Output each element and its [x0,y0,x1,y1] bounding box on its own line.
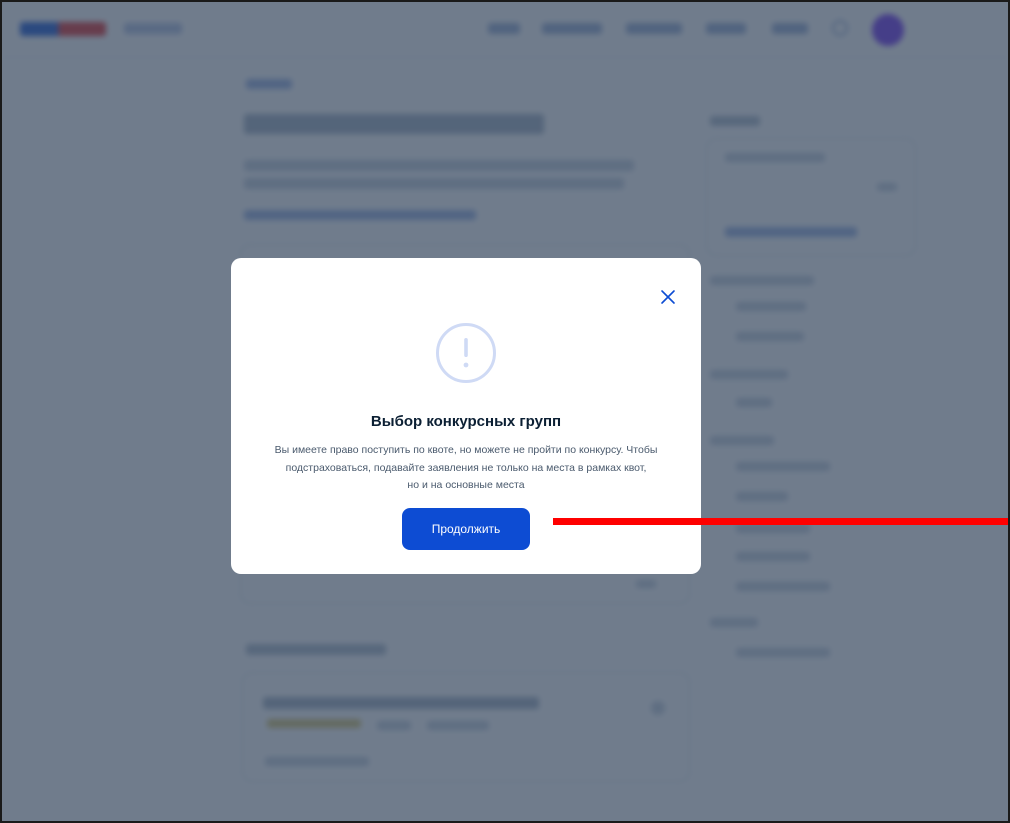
modal-description-line: подстраховаться, подавайте заявления не … [285,461,647,474]
close-button[interactable] [657,286,679,308]
modal-description: Вы имеете право поступить по квоте, но м… [261,442,671,495]
modal-title: Выбор конкурсных групп [370,413,562,430]
competition-groups-modal: Выбор конкурсных групп Вы имеете право п… [231,258,701,574]
annotation-arrow [553,518,1008,525]
modal-description-line: но и на основные места [407,479,525,491]
exclamation-circle-icon [436,323,496,383]
continue-button[interactable]: Продолжить [402,508,530,550]
modal-description-line: Вы имеете право поступить по квоте, но м… [274,444,658,456]
screenshot-frame: Выбор конкурсных групп Вы имеете право п… [0,0,1010,823]
close-icon [661,290,675,304]
